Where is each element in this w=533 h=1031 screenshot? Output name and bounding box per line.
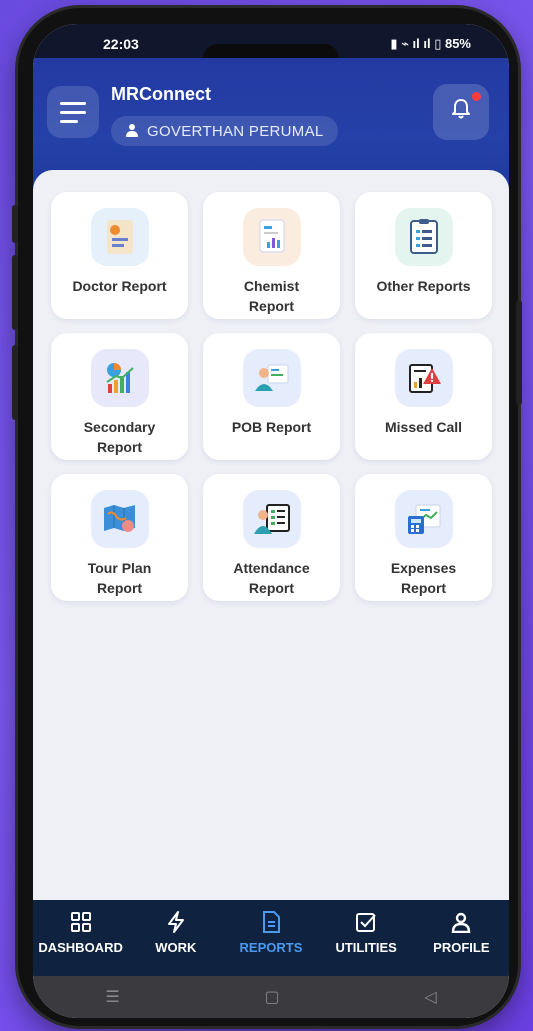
tile-doctor-report[interactable]: Doctor Report (51, 192, 188, 319)
pob-report-icon (242, 349, 301, 407)
menu-button[interactable] (47, 86, 99, 138)
app-screen: 22:03 ▮ ⌁ ıl ıl ▯ 85% MRConnect GOVERTHA… (33, 24, 509, 1018)
doctor-report-icon (90, 208, 149, 266)
hamburger-icon (60, 101, 86, 105)
missed-call-icon (394, 349, 453, 407)
chemist-report-icon (242, 208, 301, 266)
user-badge: GOVERTHAN PERUMAL (111, 116, 338, 146)
grid-icon (70, 910, 92, 934)
user-icon (125, 124, 139, 138)
phone-button (516, 300, 522, 405)
expenses-icon (394, 490, 453, 548)
nav-profile[interactable]: PROFILE (414, 900, 509, 976)
nav-label: DASHBOARD (38, 940, 123, 955)
notification-dot (472, 92, 481, 101)
tile-expenses-report[interactable]: Expenses Report (355, 474, 492, 601)
tile-label: Doctor Report (72, 278, 167, 294)
hamburger-icon (60, 119, 78, 123)
status-time: 22:03 (103, 36, 139, 52)
tile-label: Other Reports (376, 278, 471, 294)
tile-missed-call[interactable]: Missed Call (355, 333, 492, 460)
bell-icon (452, 99, 470, 119)
tile-pob-report[interactable]: POB Report (203, 333, 340, 460)
phone-button (12, 205, 18, 243)
tile-tour-plan-report[interactable]: Tour Plan Report (51, 474, 188, 601)
tile-chemist-report[interactable]: Chemist Report (203, 192, 340, 319)
tile-label: Secondary Report (83, 419, 156, 455)
nav-utilities[interactable]: UTILITIES (319, 900, 414, 976)
tile-label: Chemist Report (243, 278, 300, 314)
nav-dashboard[interactable]: DASHBOARD (33, 900, 128, 976)
hamburger-icon (60, 110, 86, 114)
nav-reports[interactable]: REPORTS (223, 900, 318, 976)
reports-panel: Doctor Report Chemist Report Other Repor… (33, 170, 509, 900)
tile-label: Missed Call (384, 419, 463, 435)
secondary-report-icon (90, 349, 149, 407)
back-icon[interactable]: ◁ (424, 987, 436, 1007)
lightning-icon (166, 910, 186, 934)
other-reports-icon (394, 208, 453, 266)
tile-secondary-report[interactable]: Secondary Report (51, 333, 188, 460)
tile-label: Expenses Report (390, 560, 457, 596)
tile-attendance-report[interactable]: Attendance Report (203, 474, 340, 601)
nav-work[interactable]: WORK (128, 900, 223, 976)
user-name: GOVERTHAN PERUMAL (147, 122, 324, 140)
notification-button[interactable] (433, 84, 489, 140)
tile-label: POB Report (231, 419, 312, 435)
status-battery: ▮ ⌁ ıl ıl ▯ 85% (390, 36, 471, 51)
tour-plan-icon (90, 490, 149, 548)
checkbox-icon (355, 910, 377, 934)
recents-icon[interactable]: ☰ (105, 987, 119, 1007)
phone-button (12, 345, 18, 420)
system-nav-bar: ☰ ▢ ◁ (33, 976, 509, 1018)
tile-label: Tour Plan Report (87, 560, 152, 596)
bottom-nav: DASHBOARD WORK REPORTS UTILITIES PROFILE (33, 900, 509, 976)
phone-button (12, 255, 18, 330)
reports-grid: Doctor Report Chemist Report Other Repor… (51, 192, 493, 601)
person-icon (450, 910, 472, 934)
attendance-icon (242, 490, 301, 548)
nav-label: PROFILE (433, 940, 490, 955)
nav-label: WORK (155, 940, 197, 955)
document-icon (261, 910, 281, 934)
app-title: MRConnect (111, 84, 211, 104)
nav-label: REPORTS (239, 940, 303, 955)
nav-label: UTILITIES (335, 940, 397, 955)
tile-label: Attendance Report (233, 560, 310, 596)
home-icon[interactable]: ▢ (264, 987, 279, 1007)
tile-other-reports[interactable]: Other Reports (355, 192, 492, 319)
